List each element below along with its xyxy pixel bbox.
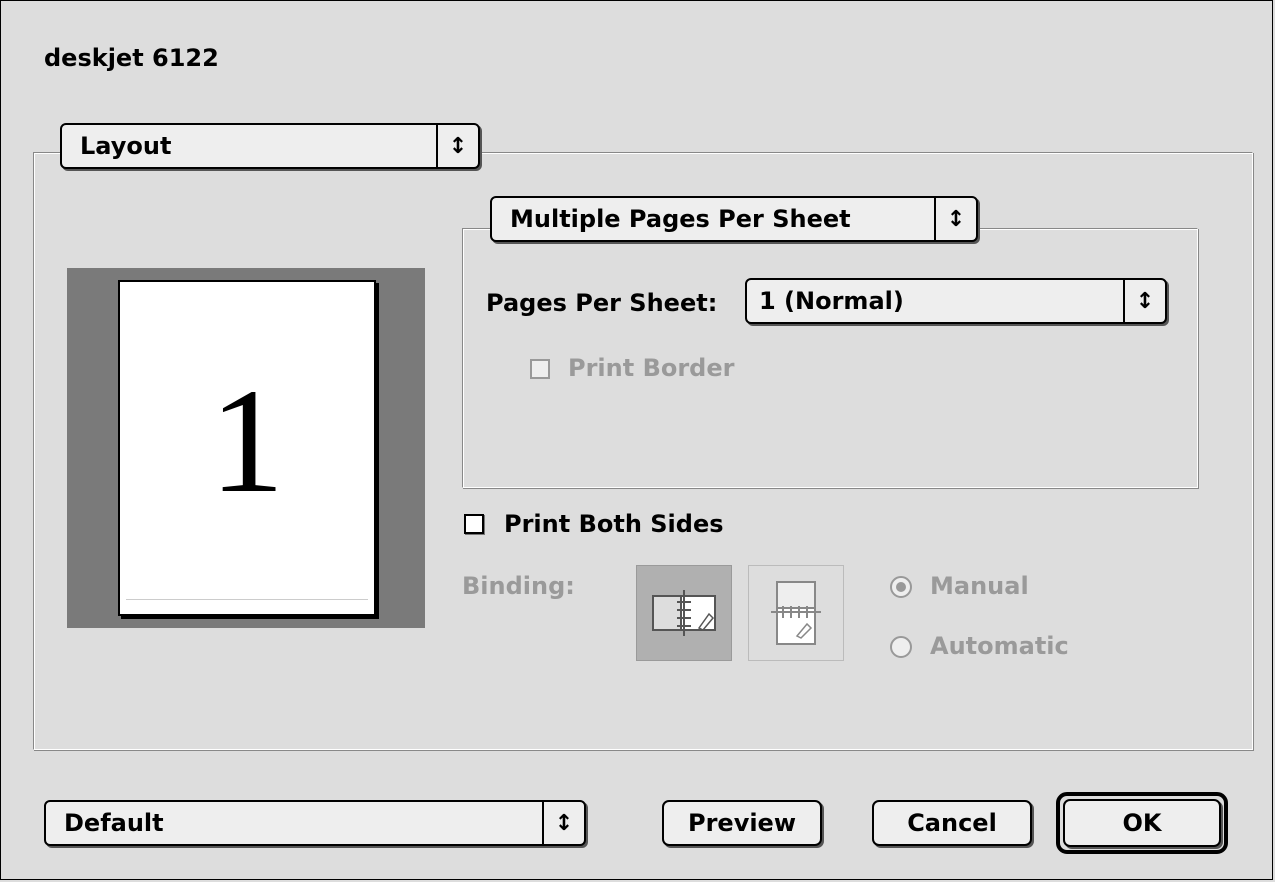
manual-radio[interactable] [890,576,912,598]
popup-arrows-icon: ↕ [542,802,584,844]
layout-mode-menu[interactable]: Multiple Pages Per Sheet ↕ [490,196,978,242]
manual-radio-label: Manual [930,572,1029,600]
print-border-label: Print Border [568,354,735,382]
automatic-radio[interactable] [890,636,912,658]
cancel-button[interactable]: Cancel [872,800,1032,846]
binding-label: Binding: [462,572,575,600]
page-preview-number: 1 [209,358,285,524]
print-border-checkbox[interactable] [530,359,550,379]
popup-arrows-icon: ↕ [934,198,976,240]
ok-button[interactable]: OK [1063,799,1221,847]
radio-selected-dot [896,582,906,592]
print-both-sides-label[interactable]: Print Both Sides [504,510,724,538]
popup-arrows-icon: ↕ [436,125,478,167]
pages-per-sheet-value: 1 (Normal) [759,287,904,315]
tablet-binding-button[interactable] [748,565,844,661]
pages-per-sheet-label: Pages Per Sheet: [486,289,718,317]
popup-arrows-icon: ↕ [1123,280,1165,322]
book-binding-button[interactable] [636,565,732,661]
book-binding-icon [652,590,716,636]
panel-select-label: Layout [80,132,172,160]
automatic-radio-label: Automatic [930,632,1069,660]
tablet-binding-icon [771,581,821,645]
presets-menu-label: Default [64,809,164,837]
page-preview-border-line [126,599,368,600]
panel-select-menu[interactable]: Layout ↕ [60,123,480,169]
layout-mode-label: Multiple Pages Per Sheet [510,205,851,233]
dialog-title: deskjet 6122 [44,44,219,72]
ok-button-default-ring: OK [1056,792,1228,854]
print-both-sides-checkbox[interactable] [464,514,484,534]
presets-menu[interactable]: Default ↕ [44,800,586,846]
page-preview-sheet: 1 [118,280,376,616]
pages-per-sheet-menu[interactable]: 1 (Normal) ↕ [745,278,1167,324]
preview-button[interactable]: Preview [662,800,822,846]
